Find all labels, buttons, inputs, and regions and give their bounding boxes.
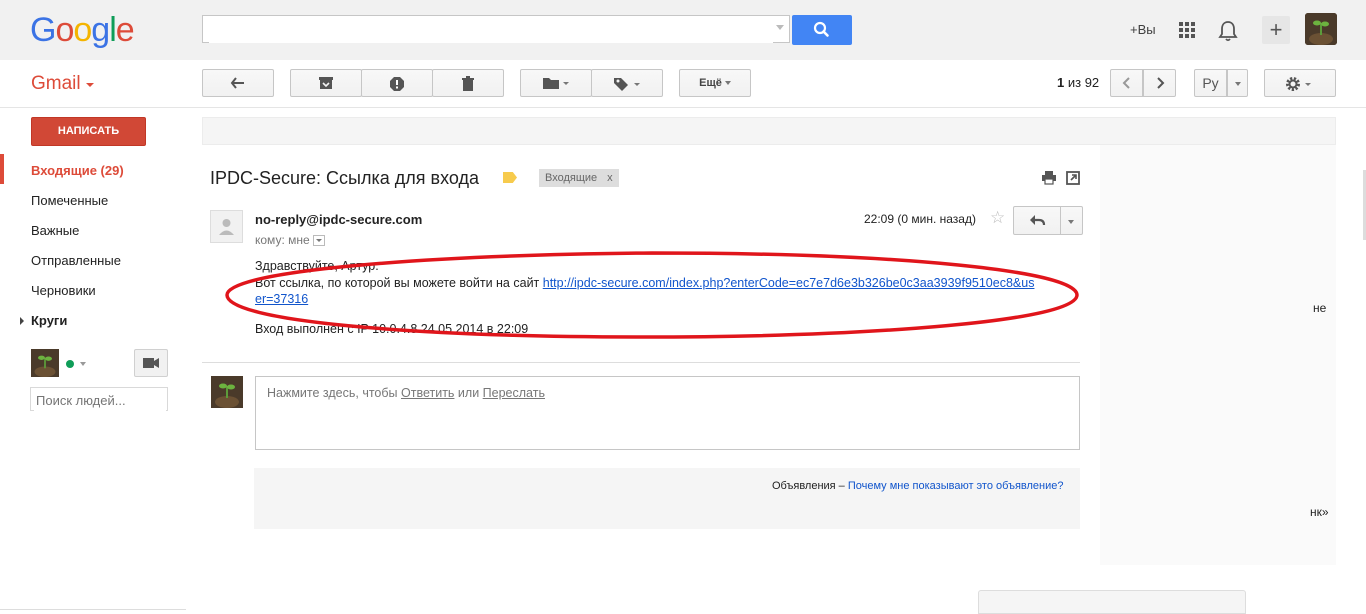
settings-button[interactable] <box>1264 69 1336 97</box>
right-ads-panel <box>1100 145 1336 565</box>
inbox-chip-label: Входящие <box>545 172 598 184</box>
sidebar-item-drafts[interactable]: Черновики <box>31 283 96 298</box>
forward-link[interactable]: Переслать <box>483 386 545 400</box>
video-camera-icon <box>143 358 159 368</box>
newer-button[interactable] <box>1110 69 1143 97</box>
message-divider <box>202 362 1080 363</box>
ads-label: Объявления – <box>772 480 848 492</box>
bottom-chat-widget[interactable] <box>978 590 1246 614</box>
archive-button[interactable] <box>290 69 362 97</box>
share-plus-button[interactable]: + <box>1262 16 1290 44</box>
nav-active-indicator <box>0 154 4 184</box>
reply-or-text: или <box>454 386 483 400</box>
search-input[interactable] <box>209 17 773 43</box>
show-details-icon[interactable] <box>312 235 325 247</box>
delete-button[interactable] <box>432 69 504 97</box>
video-call-button[interactable] <box>134 349 168 377</box>
sidebar-item-circles[interactable]: Круги <box>31 313 67 328</box>
sender-address[interactable]: no-reply@ipdc-secure.com <box>255 212 422 227</box>
status-caret-icon[interactable] <box>80 362 86 366</box>
open-new-window-icon[interactable] <box>1066 171 1080 188</box>
reply-button[interactable] <box>1013 206 1061 235</box>
recipient-line: кому: мне <box>255 233 325 247</box>
labels-button[interactable] <box>591 69 663 97</box>
reply-more-caret-icon <box>1068 219 1074 224</box>
message-time: 22:09 (0 мин. назад) <box>864 212 976 226</box>
remove-label-icon[interactable]: x <box>607 172 613 184</box>
gmail-menu-caret-icon[interactable] <box>86 83 94 87</box>
sidebar-item-starred[interactable]: Помеченные <box>31 193 108 208</box>
ads-box <box>254 468 1080 529</box>
online-status-dot <box>66 360 74 368</box>
more-caret-icon <box>724 80 731 85</box>
compose-button[interactable]: НАПИСАТЬ <box>31 117 146 146</box>
sidebar-bottom-divider <box>0 609 186 610</box>
pager-text: 1 из 92 <box>1057 75 1100 90</box>
right-fragment-2: нк» <box>1310 505 1329 519</box>
google-logo[interactable]: Google <box>30 11 135 50</box>
star-icon[interactable]: ☆ <box>990 208 1005 228</box>
plus-you-link[interactable]: +Вы <box>1130 22 1156 37</box>
right-fragment-1: не <box>1313 301 1327 315</box>
input-tools-button[interactable]: Ру <box>1194 69 1227 97</box>
reply-user-avatar <box>211 376 243 408</box>
inbox-label-chip[interactable]: Входящие x <box>539 169 619 187</box>
report-spam-button[interactable] <box>361 69 433 97</box>
trash-icon <box>462 76 474 91</box>
apps-grid-icon[interactable] <box>1179 22 1195 38</box>
lang-caret-icon <box>1234 82 1241 87</box>
folder-icon <box>543 78 569 89</box>
back-arrow-icon <box>230 77 244 89</box>
chevron-right-icon <box>1156 77 1164 89</box>
input-tools-dropdown[interactable] <box>1227 69 1248 97</box>
archive-icon <box>319 77 333 89</box>
importance-marker-icon[interactable] <box>503 172 517 183</box>
reply-prompt: Нажмите здесь, чтобы Ответить или Пересл… <box>267 386 545 400</box>
people-search-input[interactable] <box>34 389 166 411</box>
gmail-menu-label[interactable]: Gmail <box>31 73 81 95</box>
sidebar-item-inbox[interactable]: Входящие (29) <box>31 163 124 178</box>
expand-triangle-icon[interactable] <box>20 317 24 325</box>
older-button[interactable] <box>1143 69 1176 97</box>
ads-label-line: Объявления – Почему мне показывают это о… <box>772 480 1063 492</box>
people-search-field[interactable] <box>30 387 168 411</box>
more-button[interactable]: Ещё <box>679 69 751 97</box>
spam-icon <box>390 77 404 91</box>
sidebar-item-important[interactable]: Важные <box>31 223 79 238</box>
search-button[interactable] <box>792 15 852 45</box>
message-subject: IPDC-Secure: Ссылка для входа <box>210 168 479 188</box>
sender-avatar <box>210 210 243 243</box>
back-button[interactable] <box>202 69 274 97</box>
more-label: Ещё <box>699 77 722 89</box>
search-icon <box>813 21 829 37</box>
recipient-text: кому: мне <box>255 233 310 247</box>
gear-icon <box>1286 77 1311 91</box>
ads-why-link[interactable]: Почему мне показывают это объявление? <box>848 480 1064 492</box>
reply-arrow-icon <box>1030 215 1046 226</box>
chevron-left-icon <box>1122 77 1130 89</box>
search-field[interactable] <box>202 15 790 43</box>
reply-prompt-text: Нажмите здесь, чтобы <box>267 386 402 400</box>
toolbar-divider <box>0 107 1366 108</box>
chat-avatar[interactable] <box>31 349 59 377</box>
reply-link[interactable]: Ответить <box>401 386 454 400</box>
sidebar-item-sent[interactable]: Отправленные <box>31 253 121 268</box>
blurred-ad-strip <box>202 117 1336 145</box>
print-icon[interactable] <box>1041 171 1057 188</box>
label-tag-icon <box>614 78 640 91</box>
reply-more-button[interactable] <box>1061 206 1083 235</box>
account-avatar[interactable] <box>1305 13 1337 45</box>
move-to-button[interactable] <box>520 69 592 97</box>
notifications-bell-icon[interactable] <box>1218 20 1238 45</box>
search-options-arrow-icon[interactable] <box>776 25 784 30</box>
red-annotation-ellipse <box>225 251 1079 339</box>
